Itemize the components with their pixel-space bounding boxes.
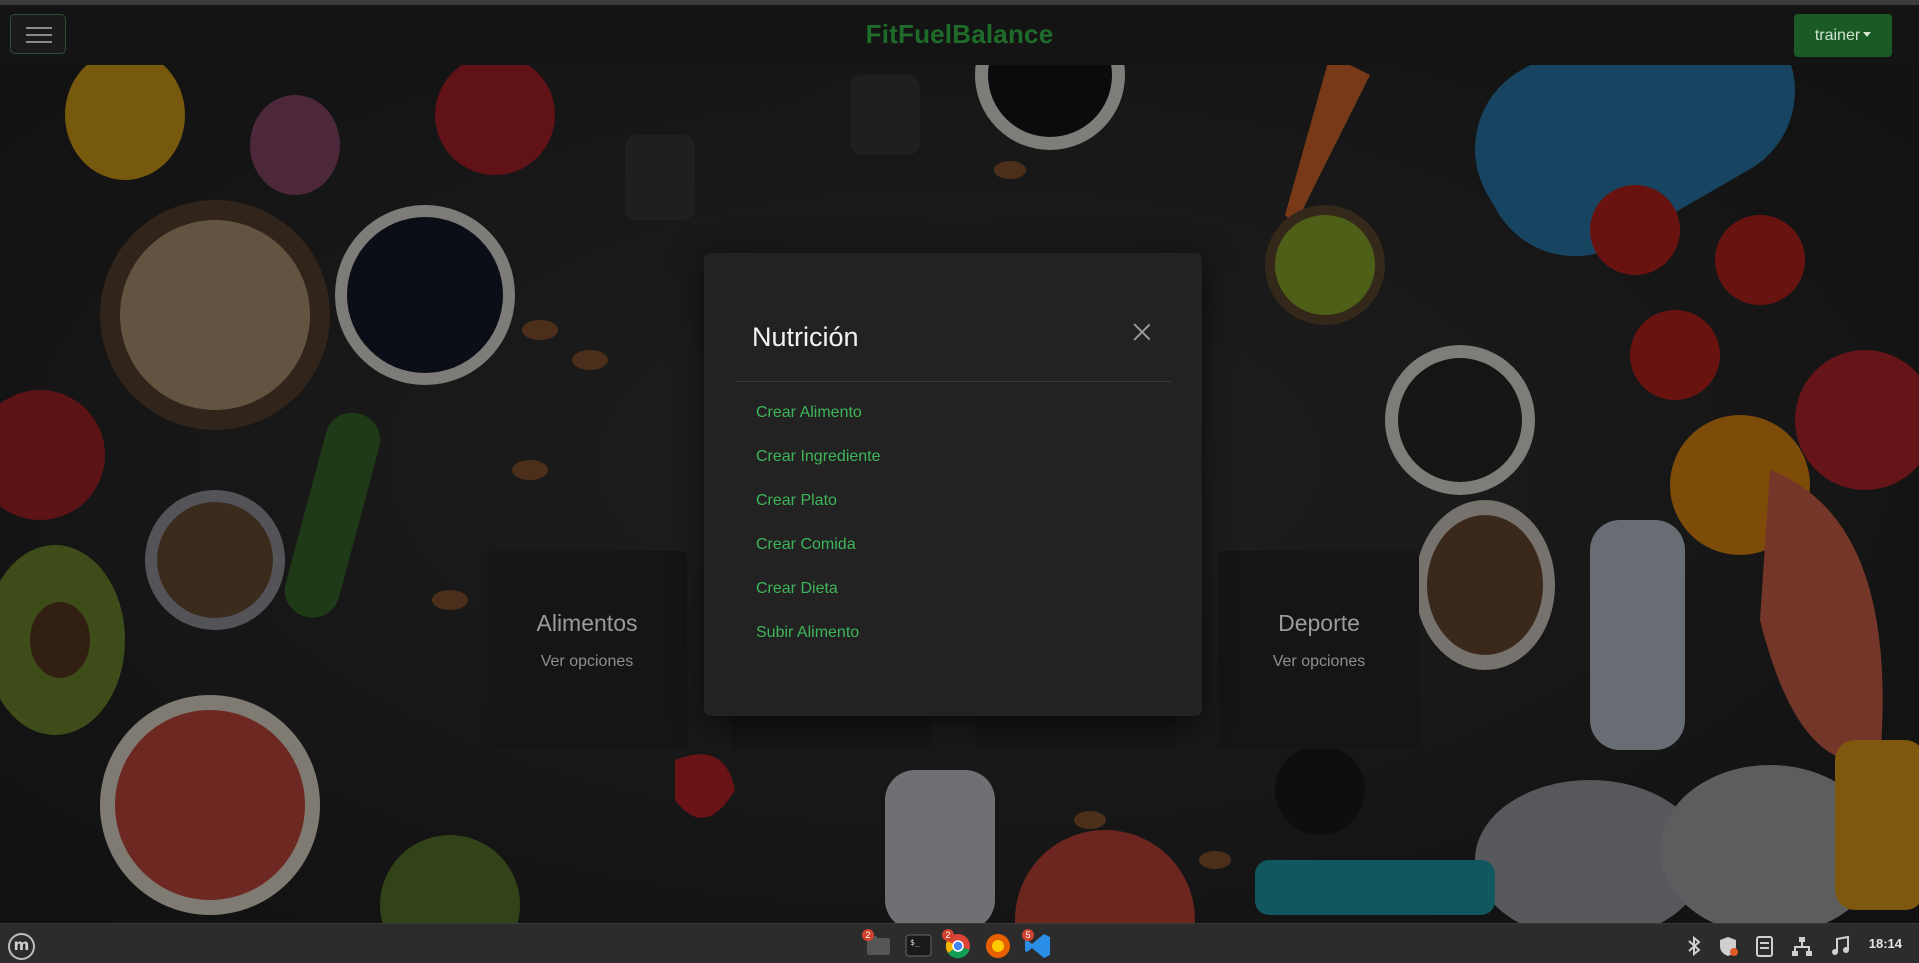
files-icon[interactable]: 2 (860, 927, 896, 963)
caret-down-icon (1863, 32, 1872, 37)
navbar: FitFuelBalance trainer (0, 5, 1919, 65)
shield-icon[interactable] (1716, 934, 1740, 958)
chrome-icon[interactable]: 2 (940, 927, 976, 963)
sound-icon[interactable] (1828, 934, 1852, 958)
card-options-link[interactable]: Ver opciones (487, 653, 687, 671)
network-icon[interactable] (1790, 934, 1814, 958)
taskbar: 2 $_ 2 5 18:14 (0, 923, 1919, 963)
link-crear-comida[interactable]: Crear Comida (756, 535, 881, 579)
card-deporte: Deporte Ver opciones (1219, 551, 1419, 749)
card-title: Alimentos (536, 610, 638, 636)
app-badge: 5 (1022, 929, 1034, 941)
link-crear-dieta[interactable]: Crear Dieta (756, 579, 881, 623)
card-title: Deporte (1278, 610, 1360, 636)
nutrition-modal: Nutrición Crear Alimento Crear Ingredien… (704, 253, 1202, 716)
close-icon[interactable] (1132, 322, 1152, 342)
svg-text:$_: $_ (910, 938, 920, 947)
firefox-glyph (986, 934, 1010, 958)
link-crear-plato[interactable]: Crear Plato (756, 491, 881, 535)
modal-link-list: Crear Alimento Crear Ingrediente Crear P… (756, 403, 881, 667)
linux-mint-menu-icon[interactable] (8, 933, 35, 960)
card-alimentos: Alimentos Ver opciones (487, 551, 687, 749)
app-badge: 2 (942, 929, 954, 941)
notes-icon[interactable] (1752, 934, 1776, 958)
firefox-icon[interactable] (980, 927, 1016, 963)
user-menu-label: trainer (1814, 27, 1861, 44)
taskbar-clock[interactable]: 18:14 (1869, 936, 1902, 951)
modal-divider (737, 381, 1171, 382)
link-subir-alimento[interactable]: Subir Alimento (756, 623, 881, 667)
link-crear-ingrediente[interactable]: Crear Ingrediente (756, 447, 881, 491)
user-menu-button[interactable]: trainer (1794, 14, 1892, 57)
bluetooth-icon[interactable] (1682, 934, 1706, 958)
link-crear-alimento[interactable]: Crear Alimento (756, 403, 881, 447)
screen: FitFuelBalance trainer Alimentos Ver opc… (0, 0, 1919, 963)
vscode-icon[interactable]: 5 (1020, 927, 1056, 963)
card-options-link[interactable]: Ver opciones (1219, 653, 1419, 671)
brand-title[interactable]: FitFuelBalance (0, 19, 1919, 50)
app-badge: 2 (862, 929, 874, 941)
terminal-icon[interactable]: $_ (900, 927, 936, 963)
modal-title: Nutrición (752, 322, 859, 352)
terminal-glyph: $_ (905, 934, 932, 957)
